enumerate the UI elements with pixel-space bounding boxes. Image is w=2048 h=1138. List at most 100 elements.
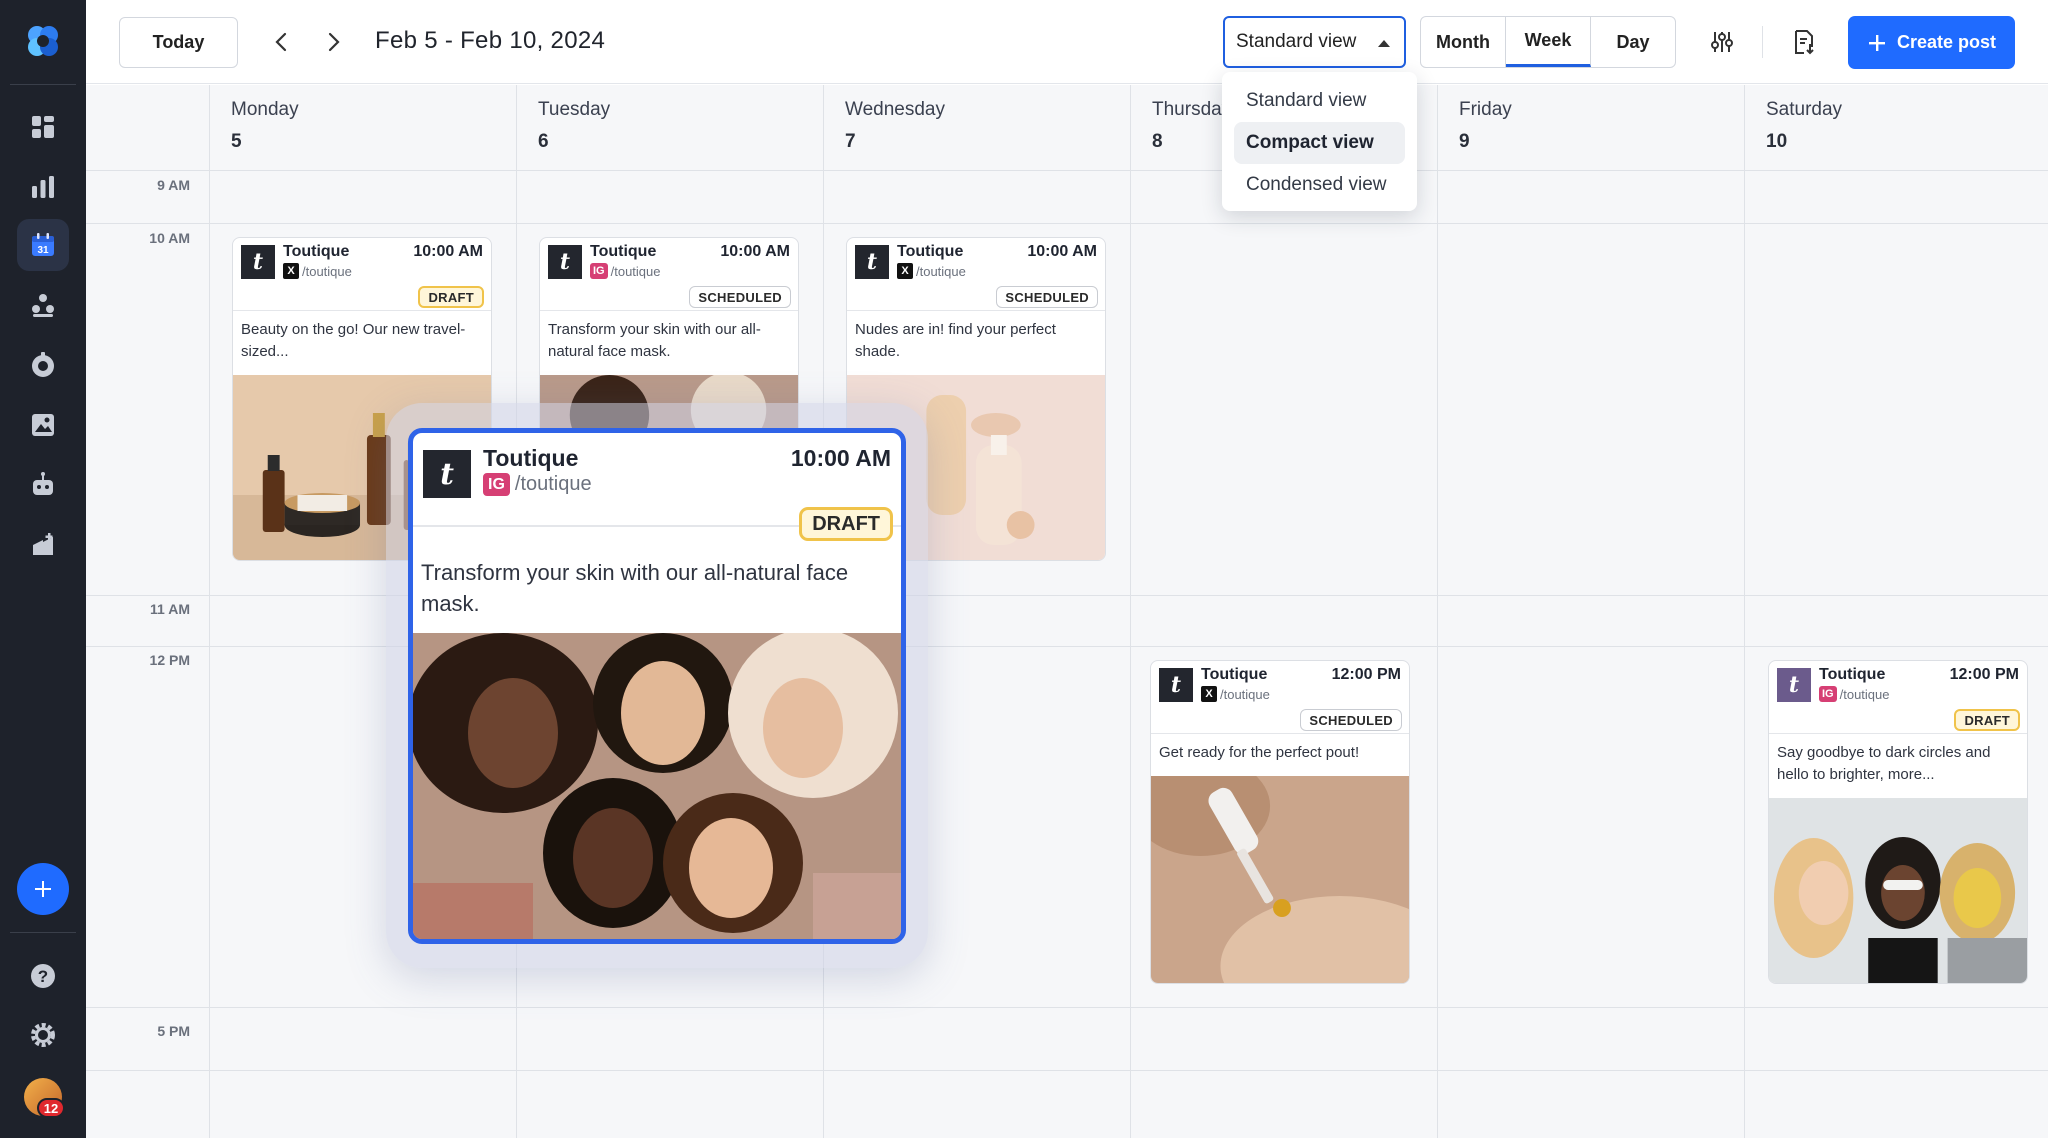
day-name: Wednesday	[845, 99, 945, 120]
account-name: Toutique	[897, 243, 964, 260]
sidebar-item-help[interactable]: ?	[17, 950, 69, 1002]
day-name: Monday	[231, 99, 299, 120]
status-row: DRAFT	[233, 286, 491, 311]
post-card[interactable]: t Toutique 12:00 PM IG /toutique DRAFT S…	[1768, 660, 2028, 984]
campaigns-icon	[33, 533, 53, 555]
account-network: X /toutique	[1201, 686, 1270, 702]
account-name: Toutique	[1201, 666, 1268, 683]
post-card-header: t Toutique 12:00 PM X /toutique	[1151, 661, 1409, 709]
grid-row-line	[86, 1007, 2048, 1008]
view-select[interactable]: Standard view	[1223, 16, 1406, 68]
account-name: Toutique	[483, 445, 579, 471]
post-card-header: t Toutique 10:00 AM X /toutique	[847, 238, 1105, 286]
instagram-network-icon: IG	[590, 263, 608, 279]
dragged-post-card[interactable]: t Toutique 10:00 AM IG /toutique DRAFT T…	[408, 428, 906, 944]
day-number: 9	[1459, 131, 1470, 152]
export-button[interactable]	[1788, 26, 1820, 58]
post-card-header: t Toutique 10:00 AM X /toutique	[233, 238, 491, 286]
post-text: Nudes are in! find your perfect shade.	[855, 321, 1056, 360]
filter-button[interactable]	[1706, 26, 1738, 58]
status-row: DRAFT	[1769, 709, 2027, 734]
day-header-monday: Monday 5	[210, 85, 299, 171]
sidebar-divider	[10, 84, 76, 85]
status-badge: SCHEDULED	[689, 286, 791, 308]
sidebar-item-settings[interactable]	[17, 1009, 69, 1061]
sidebar-item-automation[interactable]	[17, 459, 69, 511]
grid-column-line	[1130, 85, 1131, 1138]
post-image	[413, 633, 901, 939]
account-network: IG /toutique	[590, 263, 661, 279]
day-number: 10	[1766, 131, 1788, 152]
menu-item-compact-view[interactable]: Compact view	[1234, 122, 1405, 164]
account-network: X /toutique	[283, 263, 352, 279]
account-name: Toutique	[1819, 666, 1886, 683]
sidebar-item-audience[interactable]	[17, 279, 69, 331]
tab-week[interactable]: Week	[1506, 17, 1591, 67]
day-number: 6	[538, 131, 549, 152]
tab-day[interactable]: Day	[1591, 17, 1675, 67]
help-icon: ?	[31, 964, 55, 988]
account-logo-icon: t	[1777, 668, 1811, 702]
sidebar-item-engagement[interactable]	[17, 339, 69, 391]
day-header-saturday: Saturday 10	[1745, 85, 1842, 171]
time-label: 11 AM	[150, 601, 190, 617]
grid-column-line	[1744, 85, 1745, 1138]
post-time: 10:00 AM	[413, 243, 483, 260]
status-badge: SCHEDULED	[1300, 709, 1402, 731]
sidebar-divider	[10, 932, 76, 933]
time-label: 9 AM	[157, 177, 190, 193]
day-name: Thursday	[1152, 99, 1232, 120]
sidebar-item-media-library[interactable]	[17, 399, 69, 451]
today-button[interactable]: Today	[119, 17, 238, 68]
status-row: SCHEDULED	[540, 286, 798, 311]
sidebar-item-dashboard[interactable]	[17, 101, 69, 153]
create-post-label: Create post	[1896, 32, 1997, 52]
engagement-icon	[32, 352, 54, 377]
day-name: Saturday	[1766, 99, 1843, 120]
menu-item-standard-view[interactable]: Standard view	[1234, 80, 1405, 122]
toolbar-divider	[1762, 26, 1763, 58]
instagram-network-icon: IG	[483, 473, 510, 496]
status-row: SCHEDULED	[847, 286, 1105, 311]
account-handle: /toutique	[610, 263, 661, 279]
post-image	[1769, 798, 2027, 983]
account-network: IG /toutique	[1819, 686, 1890, 702]
calendar-icon: 31	[32, 233, 54, 256]
sidebar-item-calendar[interactable]: 31	[17, 219, 69, 271]
account-logo-icon: t	[423, 450, 471, 498]
post-time: 12:00 PM	[1331, 666, 1401, 683]
audience-icon	[32, 294, 54, 317]
plus-icon	[35, 881, 51, 897]
day-header-wednesday: Wednesday 7	[824, 85, 945, 171]
post-time: 10:00 AM	[1027, 243, 1097, 260]
account-handle: /toutique	[302, 263, 352, 279]
day-name: Friday	[1459, 99, 1512, 120]
status-badge: DRAFT	[418, 286, 484, 308]
account-handle: /toutique	[514, 473, 592, 495]
x-network-icon: X	[1201, 686, 1217, 702]
day-name: Tuesday	[538, 99, 611, 120]
day-header-tuesday: Tuesday 6	[517, 85, 610, 171]
next-week-button[interactable]	[322, 28, 346, 56]
notification-badge: 12	[37, 1098, 65, 1118]
svg-text:?: ?	[38, 967, 48, 986]
time-label: 5 PM	[157, 1023, 190, 1039]
tab-month[interactable]: Month	[1421, 17, 1506, 67]
quick-add-button[interactable]	[17, 863, 69, 915]
sidebar-item-campaigns[interactable]	[17, 519, 69, 571]
grid-column-line	[209, 85, 210, 1138]
grid-row-line	[86, 646, 2048, 647]
caret-up-icon	[1378, 40, 1390, 47]
post-time: 10:00 AM	[790, 445, 891, 471]
view-mode-toggle: Month Week Day	[1420, 16, 1676, 68]
grid-row-line	[86, 223, 2048, 224]
sidebar-item-analytics[interactable]	[17, 161, 69, 213]
post-card[interactable]: t Toutique 12:00 PM X /toutique SCHEDULE…	[1150, 660, 1410, 984]
analytics-icon	[32, 176, 54, 198]
app-logo-icon[interactable]	[24, 22, 62, 60]
status-badge: SCHEDULED	[996, 286, 1098, 308]
create-post-button[interactable]: Create post	[1848, 16, 2015, 69]
calendar-toolbar: Today Feb 5 - Feb 10, 2024 Standard view…	[86, 0, 2048, 84]
menu-item-condensed-view[interactable]: Condensed view	[1234, 164, 1405, 206]
previous-week-button[interactable]	[269, 28, 293, 56]
